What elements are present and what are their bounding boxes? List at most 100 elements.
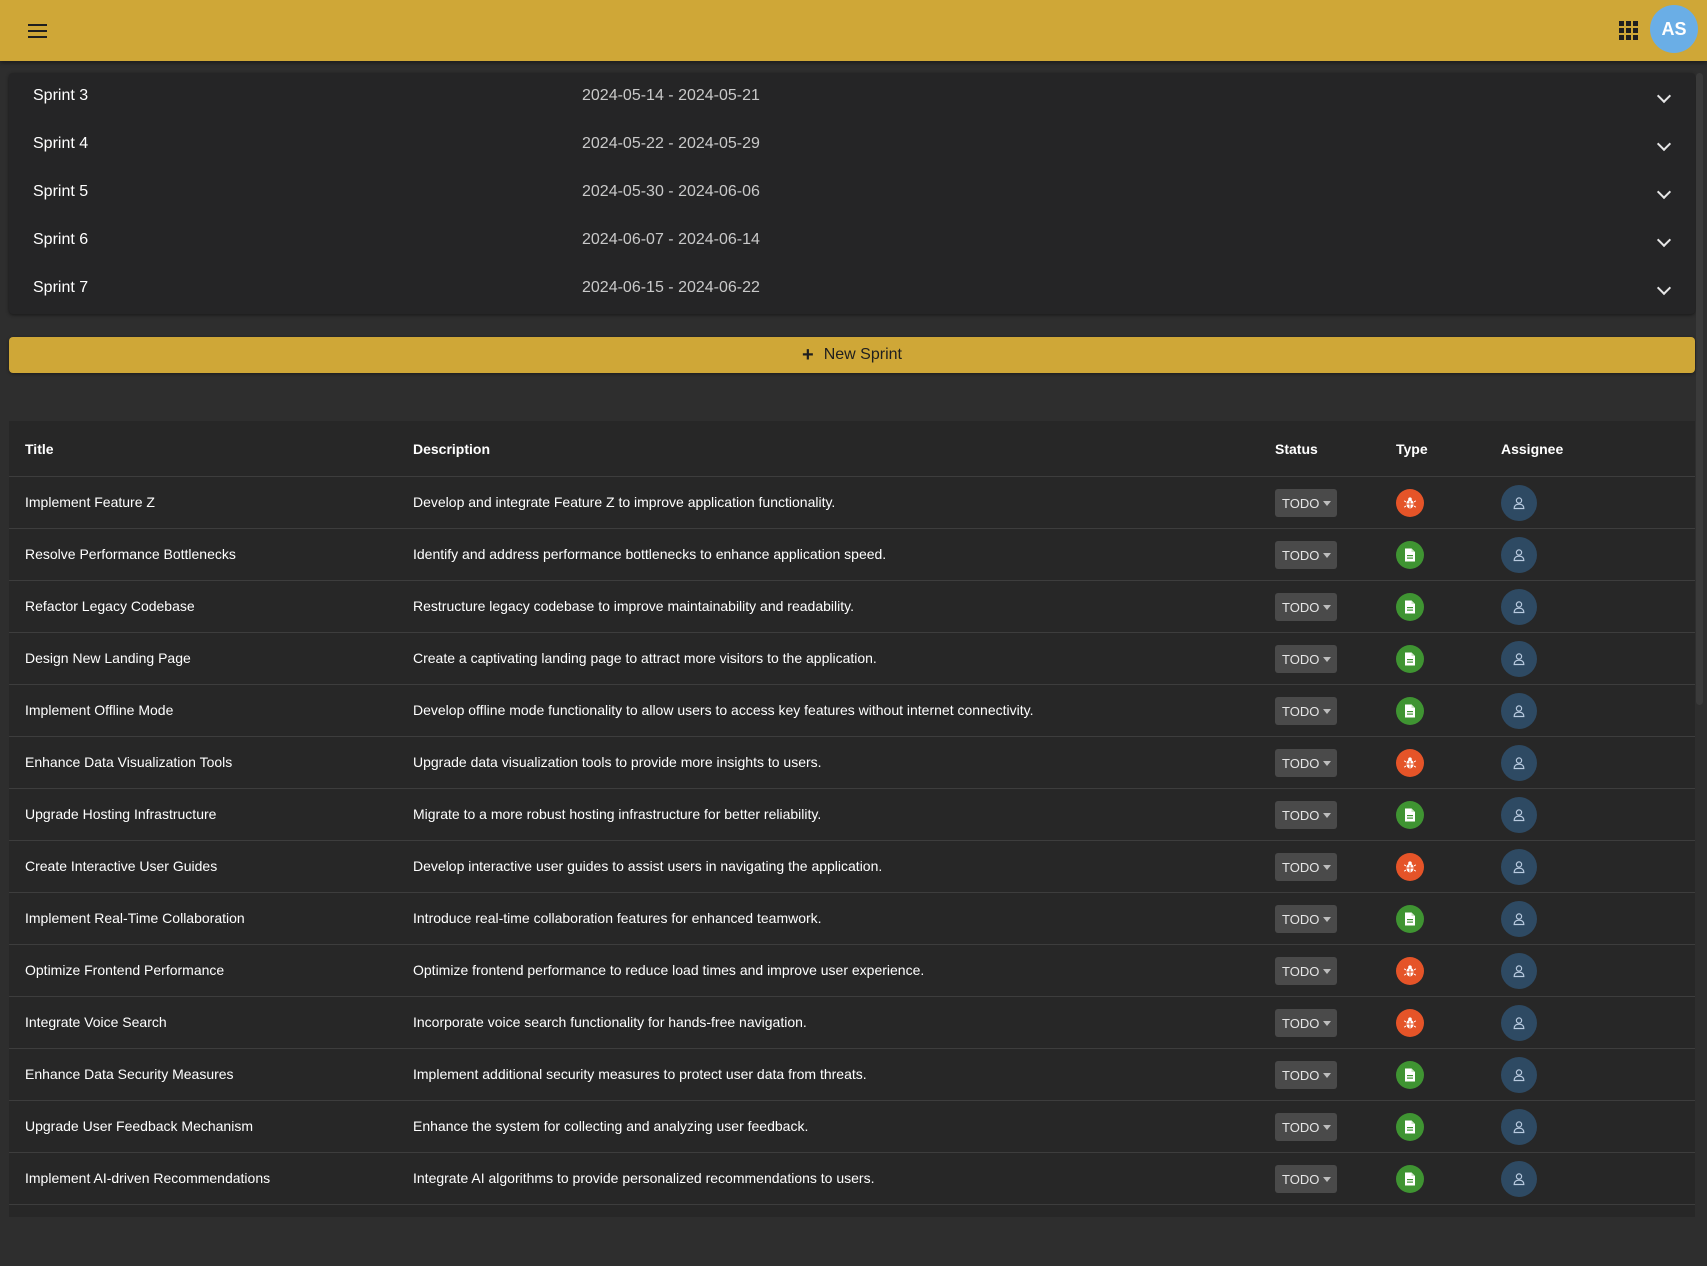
person-icon[interactable] [1501, 641, 1537, 677]
story-icon[interactable] [1396, 1113, 1424, 1141]
table-row[interactable]: Refactor Legacy Codebase Restructure lega… [9, 581, 1695, 633]
caret-down-icon [1323, 552, 1332, 558]
status-select[interactable]: TODO [1275, 957, 1337, 985]
person-icon[interactable] [1501, 589, 1537, 625]
person-icon[interactable] [1501, 901, 1537, 937]
task-title: Integrate Voice Search [25, 1014, 167, 1030]
chevron-down-icon[interactable] [1656, 136, 1672, 152]
sprint-row[interactable]: Sprint 6 2024-06-07 - 2024-06-14 [9, 217, 1695, 265]
sprint-row[interactable]: Sprint 7 2024-06-15 - 2024-06-22 [9, 265, 1695, 313]
chevron-down-icon[interactable] [1656, 232, 1672, 248]
table-row[interactable]: Design New Landing Page Create a captivat… [9, 633, 1695, 685]
story-icon[interactable] [1396, 697, 1424, 725]
status-value: TODO [1282, 963, 1320, 979]
person-icon[interactable] [1501, 953, 1537, 989]
menu-icon[interactable] [22, 16, 52, 46]
person-icon[interactable] [1501, 537, 1537, 573]
caret-down-icon [1323, 760, 1332, 766]
apps-grid-icon[interactable] [1616, 18, 1640, 42]
person-icon[interactable] [1501, 693, 1537, 729]
bug-icon[interactable] [1396, 749, 1424, 777]
story-icon[interactable] [1396, 1165, 1424, 1193]
status-select[interactable]: TODO [1275, 593, 1337, 621]
task-title: Upgrade Hosting Infrastructure [25, 806, 217, 822]
status-select[interactable]: TODO [1275, 801, 1337, 829]
status-select[interactable]: TODO [1275, 1165, 1337, 1193]
bug-icon[interactable] [1396, 957, 1424, 985]
person-icon[interactable] [1501, 485, 1537, 521]
user-avatar[interactable]: AS [1650, 5, 1698, 53]
story-icon[interactable] [1396, 645, 1424, 673]
chevron-down-icon[interactable] [1656, 280, 1672, 296]
status-select[interactable]: TODO [1275, 489, 1337, 517]
new-sprint-button[interactable]: + New Sprint [9, 337, 1695, 373]
task-description: Optimize frontend performance to reduce … [413, 962, 925, 978]
table-row[interactable]: Integrate Voice Search Incorporate voice … [9, 997, 1695, 1049]
table-row[interactable]: Upgrade Hosting Infrastructure Migrate to… [9, 789, 1695, 841]
status-select[interactable]: TODO [1275, 749, 1337, 777]
story-icon[interactable] [1396, 541, 1424, 569]
person-icon[interactable] [1501, 1109, 1537, 1145]
status-select[interactable]: TODO [1275, 541, 1337, 569]
story-icon[interactable] [1396, 593, 1424, 621]
chevron-down-icon[interactable] [1656, 184, 1672, 200]
header-description: Description [413, 441, 491, 457]
chevron-down-icon[interactable] [1656, 88, 1672, 104]
task-description: Incorporate voice search functionality f… [413, 1014, 807, 1030]
caret-down-icon [1323, 916, 1332, 922]
status-value: TODO [1282, 547, 1320, 563]
sprint-dates: 2024-06-15 - 2024-06-22 [582, 279, 760, 296]
person-icon[interactable] [1501, 1005, 1537, 1041]
bug-icon[interactable] [1396, 489, 1424, 517]
table-row[interactable]: Implement Offline Mode Develop offline mo… [9, 685, 1695, 737]
table-row[interactable]: Implement AI-driven Recommendations Integ… [9, 1153, 1695, 1205]
table-row[interactable]: Resolve Performance Bottlenecks Identify … [9, 529, 1695, 581]
caret-down-icon [1323, 1020, 1332, 1026]
status-select[interactable]: TODO [1275, 697, 1337, 725]
caret-down-icon [1323, 812, 1332, 818]
table-row[interactable]: Create Interactive User Guides Develop in… [9, 841, 1695, 893]
story-icon[interactable] [1396, 905, 1424, 933]
person-icon[interactable] [1501, 1057, 1537, 1093]
caret-down-icon [1323, 864, 1332, 870]
status-select[interactable]: TODO [1275, 905, 1337, 933]
header-title: Title [25, 441, 54, 457]
table-row[interactable]: Optimize Frontend Performance Optimize fr… [9, 945, 1695, 997]
status-select[interactable]: TODO [1275, 853, 1337, 881]
task-title: Create Interactive User Guides [25, 858, 218, 874]
status-select[interactable]: TODO [1275, 1061, 1337, 1089]
task-description: Develop interactive user guides to assis… [413, 858, 883, 874]
person-icon[interactable] [1501, 797, 1537, 833]
sprint-row[interactable]: Sprint 4 2024-05-22 - 2024-05-29 [9, 121, 1695, 169]
status-select[interactable]: TODO [1275, 645, 1337, 673]
bug-icon[interactable] [1396, 853, 1424, 881]
status-value: TODO [1282, 859, 1320, 875]
table-row[interactable]: Implement Feature Z Develop and integrate… [9, 477, 1695, 529]
person-icon[interactable] [1501, 849, 1537, 885]
sprint-row[interactable]: Sprint 3 2024-05-14 - 2024-05-21 [9, 73, 1695, 121]
story-icon[interactable] [1396, 1061, 1424, 1089]
header-type: Type [1396, 441, 1428, 457]
table-row[interactable]: Enhance Data Security Measures Implement … [9, 1049, 1695, 1101]
status-value: TODO [1282, 911, 1320, 927]
sprint-name: Sprint 7 [33, 279, 89, 296]
sprint-name: Sprint 6 [33, 231, 89, 248]
bug-icon[interactable] [1396, 1009, 1424, 1037]
sprint-row[interactable]: Sprint 5 2024-05-30 - 2024-06-06 [9, 169, 1695, 217]
table-row[interactable]: Implement Real-Time Collaboration Introdu… [9, 893, 1695, 945]
story-icon[interactable] [1396, 801, 1424, 829]
table-row[interactable]: Enhance Data Visualization Tools Upgrade … [9, 737, 1695, 789]
caret-down-icon [1323, 1176, 1332, 1182]
task-description: Introduce real-time collaboration featur… [413, 910, 822, 926]
plus-icon: + [802, 344, 814, 366]
caret-down-icon [1323, 604, 1332, 610]
table-row[interactable]: Upgrade User Feedback Mechanism Enhance t… [9, 1101, 1695, 1153]
person-icon[interactable] [1501, 745, 1537, 781]
task-title: Resolve Performance Bottlenecks [25, 546, 236, 562]
task-title: Refactor Legacy Codebase [25, 598, 195, 614]
status-select[interactable]: TODO [1275, 1113, 1337, 1141]
scrollbar[interactable] [1696, 73, 1703, 705]
person-icon[interactable] [1501, 1161, 1537, 1197]
sprint-name: Sprint 5 [33, 183, 89, 200]
status-select[interactable]: TODO [1275, 1009, 1337, 1037]
